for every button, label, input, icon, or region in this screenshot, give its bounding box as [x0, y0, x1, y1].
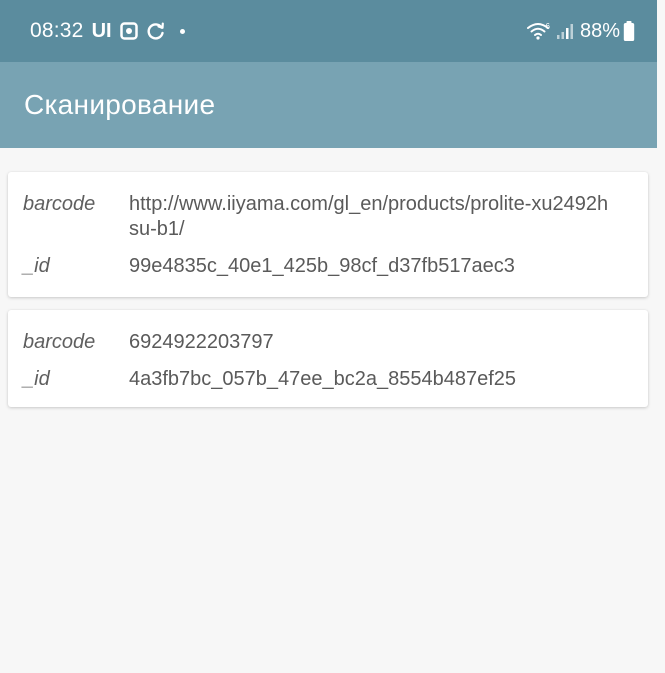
- battery-percent: 88%: [579, 19, 620, 42]
- status-bar-left: 08:32 UI: [30, 0, 185, 62]
- barcode-value: 6924922203797: [129, 331, 274, 353]
- wifi-icon: 6: [526, 21, 552, 41]
- barcode-row: barcode http://www.iiyama.com/gl_en/prod…: [23, 192, 632, 242]
- id-key: _id: [23, 368, 50, 390]
- battery-icon: [623, 20, 635, 42]
- signal-icon: [556, 21, 574, 41]
- status-ui-label: UI: [91, 19, 112, 42]
- status-time: 08:32: [30, 19, 84, 42]
- id-row: _id 99e4835c_40e1_425b_98cf_d37fb517aec3: [23, 254, 632, 279]
- svg-text:6: 6: [545, 22, 550, 31]
- record-card[interactable]: barcode 6924922203797 _id 4a3fb7bc_057b_…: [8, 310, 648, 407]
- id-value: 99e4835c_40e1_425b_98cf_d37fb517aec3: [129, 255, 515, 277]
- barcode-key: barcode: [23, 331, 96, 353]
- page-title: Сканирование: [24, 89, 216, 120]
- sync-icon: [146, 21, 166, 41]
- id-row: _id 4a3fb7bc_057b_47ee_bc2a_8554b487ef25: [23, 367, 632, 392]
- barcode-value: http://www.iiyama.com/gl_en/products/pro…: [129, 193, 609, 240]
- status-bar-right: 6 88%: [518, 0, 635, 62]
- id-key: _id: [23, 255, 50, 277]
- notification-dot-icon: [179, 28, 185, 34]
- id-value: 4a3fb7bc_057b_47ee_bc2a_8554b487ef25: [129, 368, 517, 390]
- screen-record-icon: [119, 22, 138, 40]
- record-card[interactable]: barcode http://www.iiyama.com/gl_en/prod…: [8, 172, 648, 297]
- barcode-key: barcode: [23, 193, 96, 215]
- status-bar: 08:32 UI 6 88%: [0, 0, 657, 62]
- app-bar: Сканирование: [0, 62, 657, 148]
- barcode-row: barcode 6924922203797: [23, 330, 632, 355]
